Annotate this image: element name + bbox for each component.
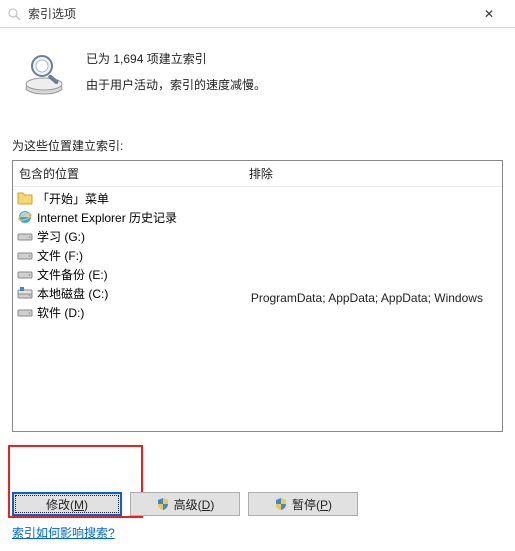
location-row[interactable]: 文件备份 (E:) [15, 265, 241, 284]
excluded-header: 排除 [243, 161, 502, 187]
index-status-text: 已为 1,694 项建立索引 由于用户活动，索引的速度减慢。 [86, 42, 266, 99]
exclude-text: ProgramData; AppData; AppData; Windows [245, 285, 500, 311]
excluded-column: 排除 ProgramData; AppData; AppData; Window… [243, 161, 502, 431]
pause-button[interactable]: 暂停(P) [248, 492, 358, 516]
close-button[interactable]: ✕ [469, 1, 509, 27]
modify-label: 修改(M) [46, 496, 88, 513]
button-row: 修改(M) 高级(D) 暂停(P) [12, 492, 358, 516]
locations-label: 为这些位置建立索引: [0, 119, 515, 160]
location-row[interactable]: Internet Explorer 历史记录 [15, 208, 241, 227]
excluded-body: ProgramData; AppData; AppData; Windows [243, 187, 502, 313]
help-link[interactable]: 索引如何影响搜索? [12, 524, 115, 541]
advanced-button[interactable]: 高级(D) [130, 492, 240, 516]
location-label: 文件备份 (E:) [37, 266, 108, 283]
location-row[interactable]: 「开始」菜单 [15, 189, 241, 208]
window-title: 索引选项 [28, 5, 469, 22]
location-label: 软件 (D:) [37, 304, 84, 321]
index-speed-line: 由于用户活动，索引的速度减慢。 [86, 72, 266, 98]
index-count-line: 已为 1,694 项建立索引 [86, 46, 266, 72]
ie-icon [17, 209, 33, 225]
index-status-area: 已为 1,694 项建立索引 由于用户活动，索引的速度减慢。 [0, 28, 515, 119]
location-label: Internet Explorer 历史记录 [37, 209, 177, 226]
index-search-icon [20, 48, 68, 96]
included-header: 包含的位置 [13, 161, 243, 187]
included-column: 包含的位置 「开始」菜单 Internet Explorer 历史记录学习 (G:… [13, 161, 243, 431]
drive-sys-icon [17, 285, 33, 301]
location-label: 文件 (F:) [37, 247, 83, 264]
drive-icon [17, 228, 33, 244]
drive-icon [17, 266, 33, 282]
location-row[interactable]: 本地磁盘 (C:) [15, 284, 241, 303]
drive-icon [17, 304, 33, 320]
location-label: 学习 (G:) [37, 228, 85, 245]
titlebar: 索引选项 ✕ [0, 0, 515, 28]
location-row[interactable]: 文件 (F:) [15, 246, 241, 265]
locations-listbox: 包含的位置 「开始」菜单 Internet Explorer 历史记录学习 (G:… [12, 160, 503, 432]
magnify-drive-icon [6, 6, 22, 22]
included-body: 「开始」菜单 Internet Explorer 历史记录学习 (G:) 文件 (F… [13, 187, 243, 324]
close-icon: ✕ [484, 7, 494, 21]
location-label: 本地磁盘 (C:) [37, 285, 108, 302]
folder-icon [17, 190, 33, 206]
drive-icon [17, 247, 33, 263]
pause-label: 暂停(P) [292, 496, 332, 513]
shield-icon [274, 497, 288, 511]
shield-icon [156, 497, 170, 511]
modify-button[interactable]: 修改(M) [12, 492, 122, 516]
location-label: 「开始」菜单 [37, 190, 109, 207]
location-row[interactable]: 学习 (G:) [15, 227, 241, 246]
location-row[interactable]: 软件 (D:) [15, 303, 241, 322]
spacer [245, 189, 500, 285]
advanced-label: 高级(D) [174, 496, 215, 513]
